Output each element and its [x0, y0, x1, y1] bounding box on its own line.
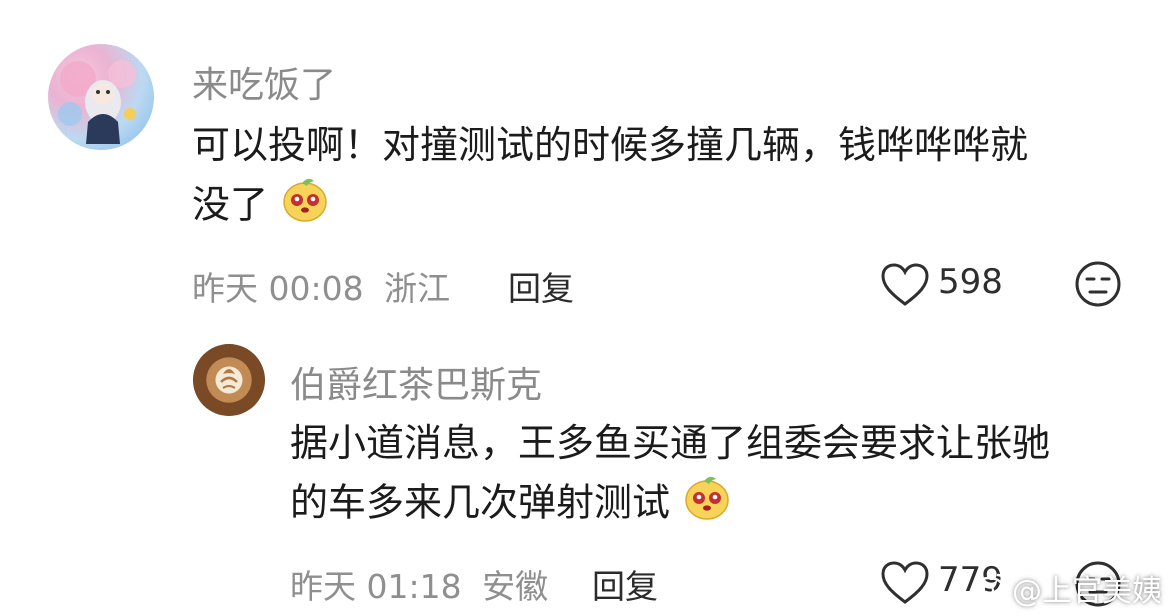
- meh-face-icon: [1075, 261, 1121, 307]
- reply-button[interactable]: 回复: [508, 262, 574, 310]
- heart-outline-icon: [881, 561, 929, 604]
- cute-face-emoji: [682, 472, 732, 538]
- like-count: 598: [938, 262, 1003, 302]
- comment-text-line: 没了: [192, 174, 1142, 240]
- dislike-button[interactable]: [1074, 260, 1122, 308]
- comment-text-line-part: 没了: [192, 182, 269, 227]
- comment-username[interactable]: 来吃饭了: [192, 56, 336, 108]
- reply-text-line: 据小道消息，王多鱼买通了组委会要求让张驰: [290, 421, 1051, 465]
- avatar-illustration: [58, 60, 136, 144]
- reply-text-line: 的车多来几次弹射测试: [290, 472, 1150, 538]
- watermark: @上官美姨: [972, 566, 1162, 610]
- watermark-text: @上官美姨: [1012, 574, 1162, 609]
- reply-text: 据小道消息，王多鱼买通了组委会要求让张驰 的车多来几次弹射测试: [290, 414, 1150, 538]
- coffee-cup-illustration: [220, 369, 238, 389]
- comment-location: 浙江: [384, 269, 451, 308]
- comment-time: 昨天 00:08: [192, 269, 364, 308]
- comment-text-line: 可以投啊！对撞测试的时候多撞几辆，钱哗哗哗就: [192, 123, 1029, 167]
- like-button[interactable]: [880, 560, 930, 606]
- reply-location: 安徽: [482, 567, 549, 606]
- avatar[interactable]: [48, 44, 154, 150]
- reply-text-line-part: 的车多来几次弹射测试: [290, 480, 671, 525]
- avatar[interactable]: [193, 344, 265, 416]
- reply-button[interactable]: 回复: [592, 560, 658, 608]
- cute-face-emoji: [280, 174, 330, 240]
- reply-meta: 昨天 01:18 安徽: [290, 560, 548, 608]
- reply-time: 昨天 01:18: [290, 567, 462, 606]
- like-button[interactable]: [880, 262, 930, 308]
- comment-meta: 昨天 00:08 浙江: [192, 262, 450, 310]
- comment-text: 可以投啊！对撞测试的时候多撞几辆，钱哗哗哗就 没了: [192, 116, 1142, 240]
- heart-outline-icon: [881, 263, 929, 306]
- weibo-logo-icon: [972, 570, 1010, 606]
- reply-username[interactable]: 伯爵红茶巴斯克: [290, 356, 542, 408]
